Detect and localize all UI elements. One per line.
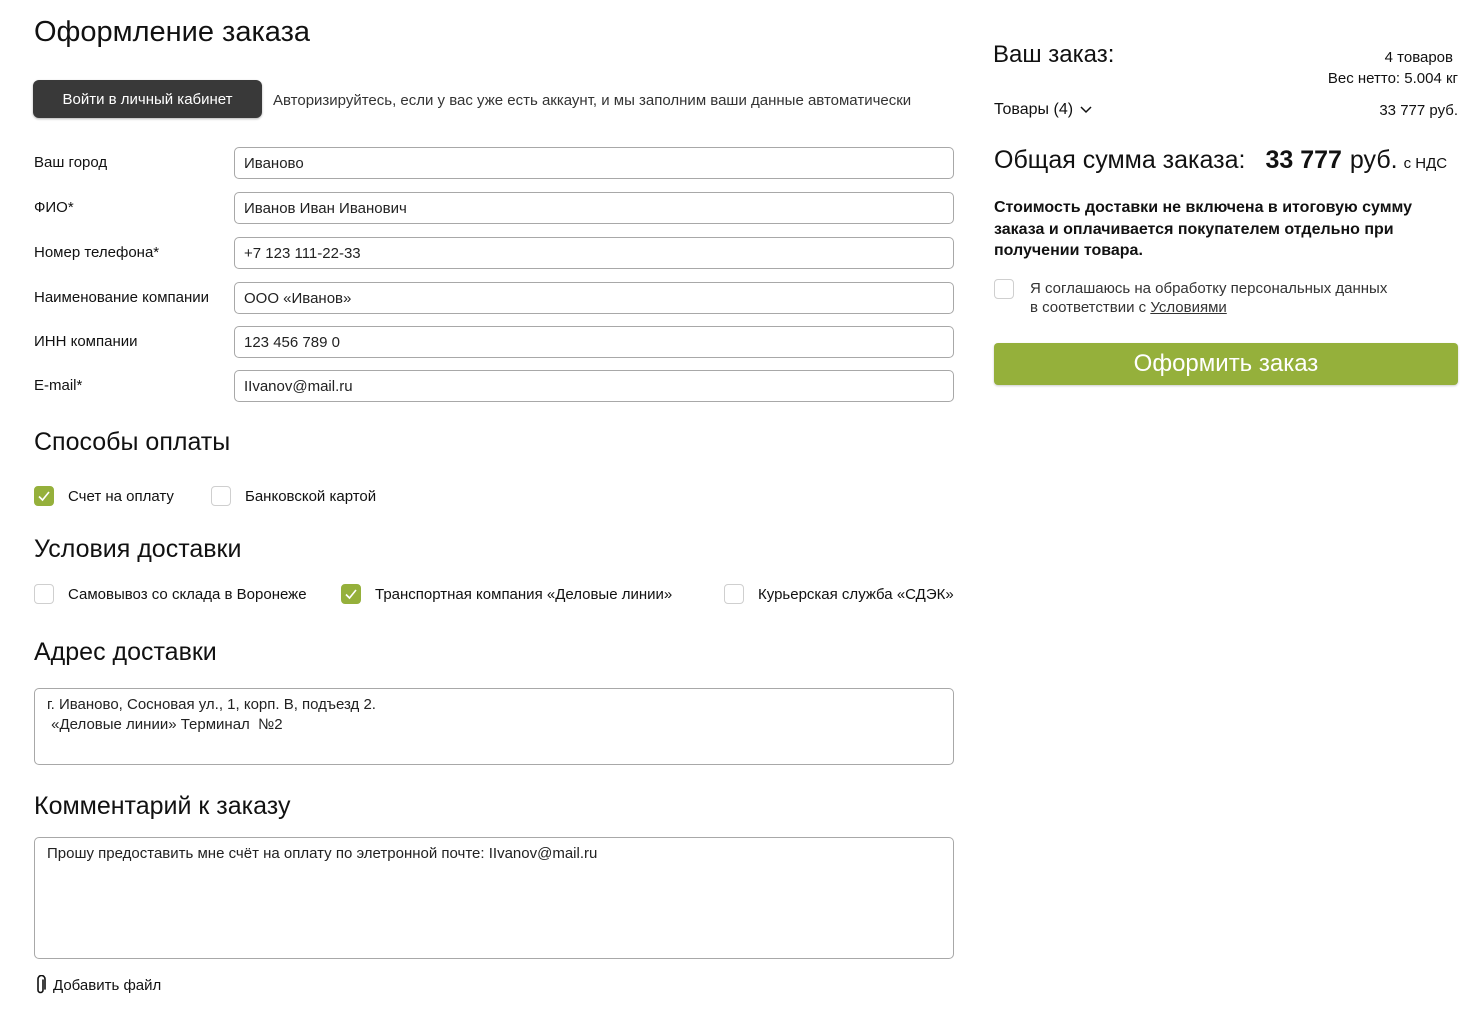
checkbox-icon[interactable]: [34, 584, 54, 604]
payment-option-invoice[interactable]: Счет на оплату: [34, 486, 174, 506]
email-input[interactable]: [234, 370, 954, 402]
goods-toggle[interactable]: Товары (4): [994, 101, 1093, 119]
order-total: Общая сумма заказа: 33 777 руб. с НДС: [994, 146, 1458, 175]
checkbox-checked-icon[interactable]: [341, 584, 361, 604]
agree-text-line2: в соответствии с: [1030, 299, 1151, 316]
inn-row: ИНН компании: [34, 326, 954, 358]
comment-textarea[interactable]: Прошу предоставить мне счёт на оплату по…: [34, 837, 954, 959]
paperclip-icon: [37, 975, 46, 994]
name-row: ФИО*: [34, 192, 954, 224]
name-label: ФИО*: [34, 199, 74, 216]
payment-option-label: Счет на оплату: [68, 487, 174, 505]
checkbox-icon[interactable]: [724, 584, 744, 604]
delivery-option-label: Транспортная компания «Деловые линии»: [375, 585, 673, 603]
terms-link[interactable]: Условиями: [1150, 299, 1226, 316]
goods-sum: 33 777 руб.: [1379, 102, 1458, 119]
checkbox-icon[interactable]: [211, 486, 231, 506]
city-input[interactable]: [234, 147, 954, 179]
goods-toggle-label: Товары (4): [994, 101, 1074, 118]
city-label: Ваш город: [34, 154, 108, 171]
attach-file-link[interactable]: Добавить файл: [34, 975, 161, 995]
order-title: Ваш заказ:: [993, 41, 1115, 68]
delivery-title: Условия доставки: [34, 535, 242, 563]
attach-file-label: Добавить файл: [53, 976, 162, 994]
total-label: Общая сумма заказа:: [994, 146, 1246, 174]
total-currency: руб.: [1349, 146, 1398, 174]
total-vat: с НДС: [1403, 155, 1448, 172]
company-row: Наименование компании: [34, 282, 954, 314]
name-input[interactable]: [234, 192, 954, 224]
items-count: 4 товаров: [1384, 49, 1453, 66]
city-row: Ваш город: [34, 147, 954, 179]
delivery-option-pickup[interactable]: Самовывоз со склада в Воронеже: [34, 584, 307, 604]
address-textarea[interactable]: г. Иваново, Сосновая ул., 1, корп. В, по…: [34, 688, 954, 765]
payment-option-label: Банковской картой: [245, 487, 377, 505]
phone-row: Номер телефона*: [34, 237, 954, 269]
email-label: E-mail*: [34, 377, 83, 394]
login-hint: Авторизируйтесь, если у вас уже есть акк…: [273, 92, 912, 109]
inn-label: ИНН компании: [34, 333, 138, 350]
company-input[interactable]: [234, 282, 954, 314]
agree-text: Я соглашаюсь на обработку персональных д…: [1030, 279, 1387, 317]
payment-option-card[interactable]: Банковской картой: [211, 486, 376, 506]
email-row: E-mail*: [34, 370, 954, 402]
chevron-down-icon: [1080, 106, 1092, 114]
total-value: 33 777: [1265, 146, 1342, 174]
checkbox-icon[interactable]: [994, 279, 1014, 299]
inn-input[interactable]: [234, 326, 954, 358]
delivery-option-courier[interactable]: Курьерская служба «СДЭК»: [724, 584, 954, 604]
phone-label: Номер телефона*: [34, 244, 160, 261]
checkbox-checked-icon[interactable]: [34, 486, 54, 506]
page-title: Оформление заказа: [34, 16, 311, 48]
address-title: Адрес доставки: [34, 638, 217, 666]
agree-text-line1: Я соглашаюсь на обработку персональных д…: [1030, 280, 1388, 297]
submit-order-button[interactable]: Оформить заказ: [994, 343, 1458, 385]
login-button[interactable]: Войти в личный кабинет: [33, 80, 262, 118]
agree-checkbox-row[interactable]: Я соглашаюсь на обработку персональных д…: [994, 279, 1387, 317]
company-label: Наименование компании: [34, 289, 210, 306]
payment-title: Способы оплаты: [34, 428, 231, 456]
delivery-option-label: Самовывоз со склада в Воронеже: [68, 585, 307, 603]
phone-input[interactable]: [234, 237, 954, 269]
net-weight: Вес нетто: 5.004 кг: [1327, 70, 1458, 87]
comment-title: Комментарий к заказу: [34, 792, 291, 820]
delivery-option-label: Курьерская служба «СДЭК»: [758, 585, 954, 603]
delivery-option-transport[interactable]: Транспортная компания «Деловые линии»: [341, 584, 672, 604]
delivery-note: Стоимость доставки не включена в итогову…: [994, 199, 1413, 259]
